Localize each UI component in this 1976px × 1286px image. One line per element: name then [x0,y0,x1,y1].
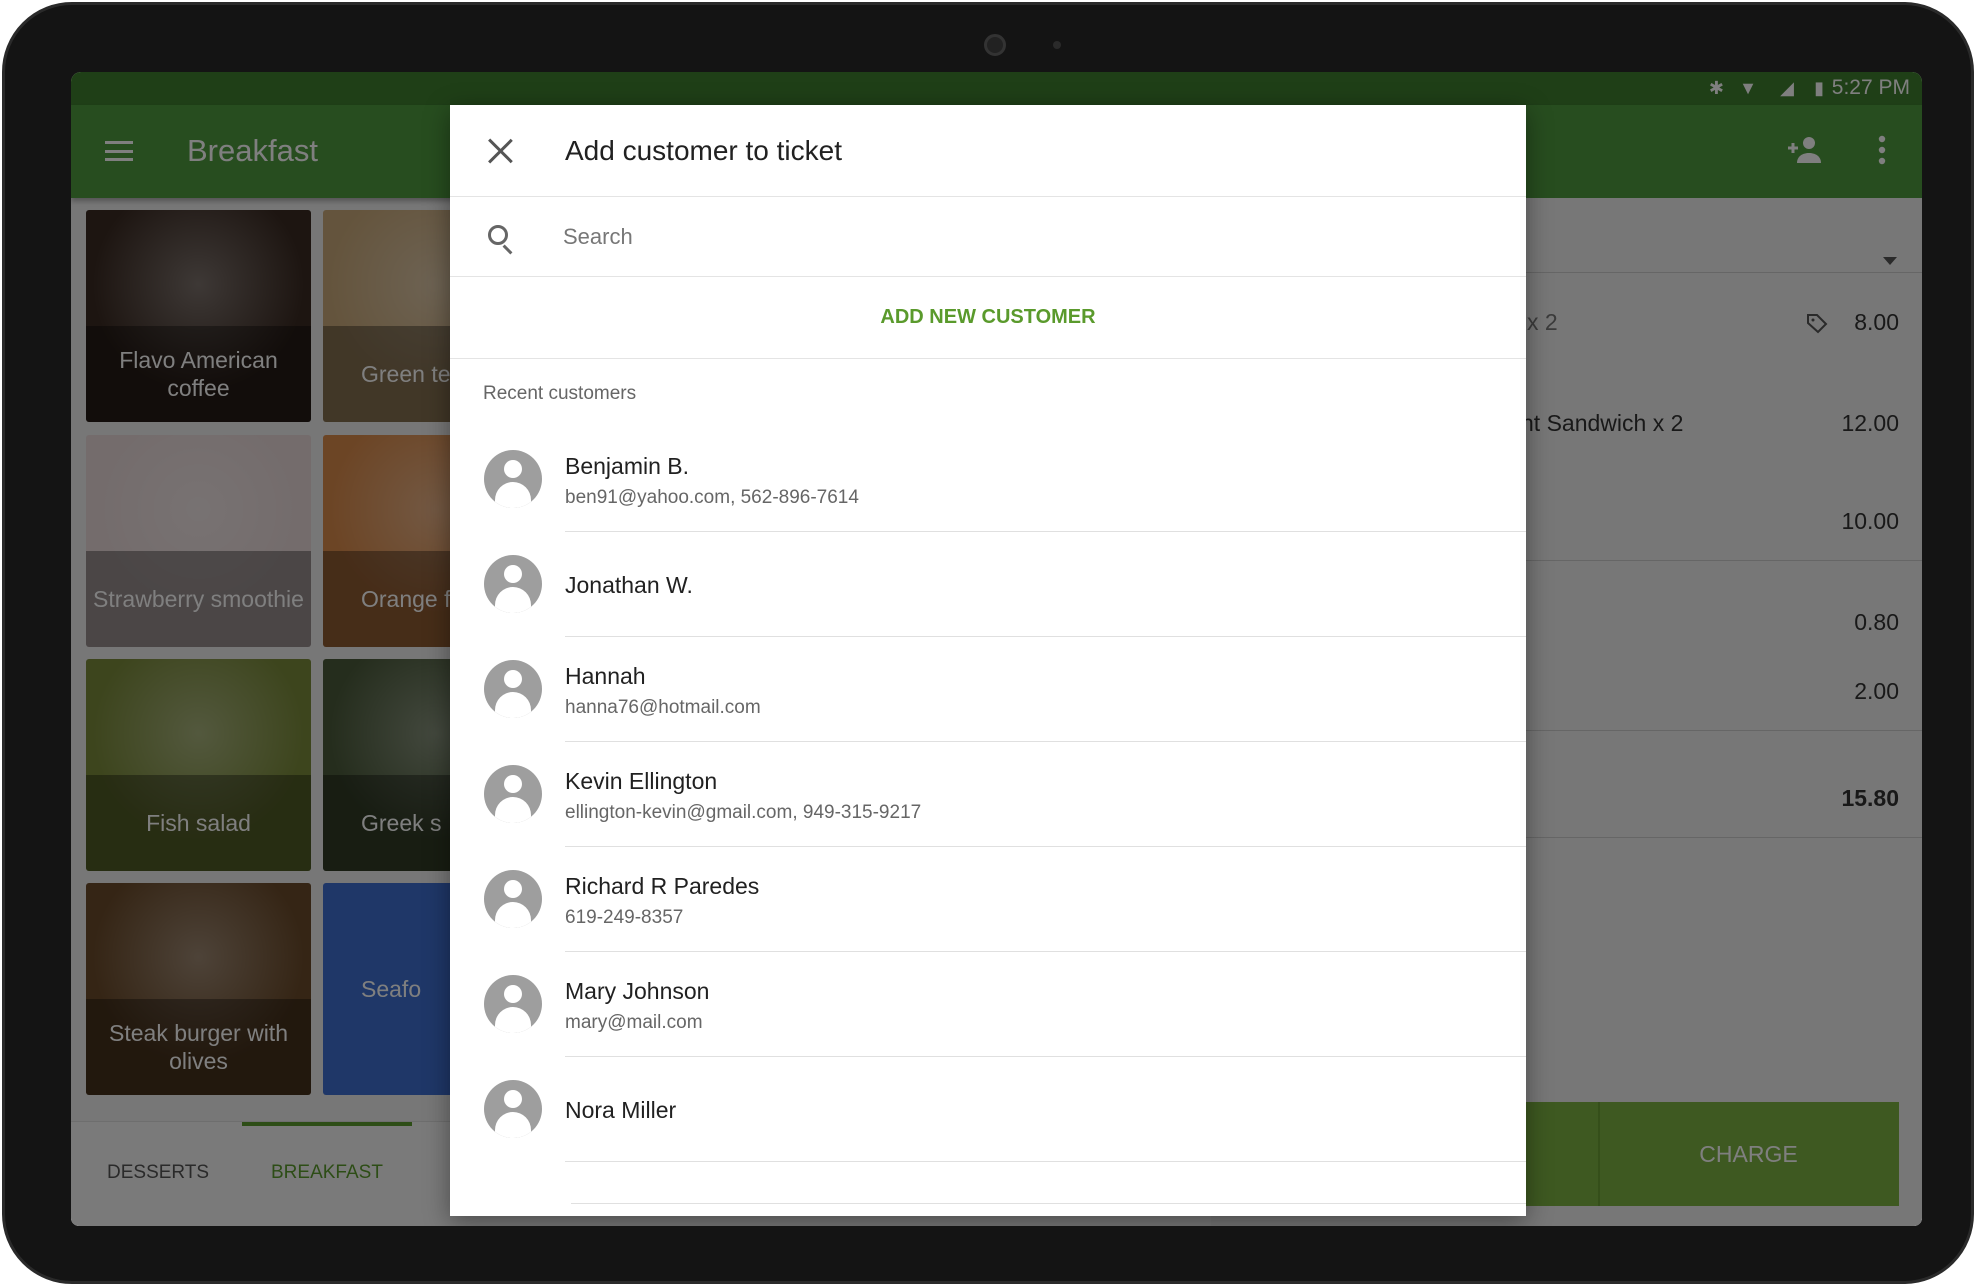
search-input[interactable] [563,219,1463,255]
avatar-icon [484,870,542,928]
customer-list-item[interactable]: Kevin Ellington ellington-kevin@gmail.co… [450,742,1526,847]
customer-list-item[interactable]: Nora Miller [450,1057,1526,1162]
avatar-icon [484,765,542,823]
add-customer-dialog: Add customer to ticket ADD NEW CUSTOMER … [450,105,1526,1216]
customer-list-item[interactable]: Benjamin B. ben91@yahoo.com, 562-896-761… [450,427,1526,532]
customer-name: Mary Johnson [565,978,710,1004]
divider [565,1161,1526,1162]
customer-list-item[interactable]: Mary Johnson mary@mail.com [450,952,1526,1057]
avatar-icon [484,450,542,508]
close-icon[interactable] [487,138,513,164]
customer-name: Nora Miller [565,1097,677,1123]
customer-name: Hannah [565,663,646,689]
screen: ✱ ▼ ◢ ▮ 5:27 PM Breakfast Flavo American… [71,72,1922,1226]
customer-detail: 619-249-8357 [565,907,684,928]
search-icon [488,225,508,245]
customer-name: Jonathan W. [565,572,693,598]
customer-list-item[interactable]: Jonathan W. [450,532,1526,637]
divider [571,1203,1526,1204]
avatar-icon [484,555,542,613]
search-row [450,197,1526,277]
avatar-icon [484,1080,542,1138]
customer-detail: mary@mail.com [565,1012,703,1033]
customer-list-item[interactable]: Richard R Paredes 619-249-8357 [450,847,1526,952]
customer-name: Benjamin B. [565,453,690,479]
sensor [1053,41,1061,49]
customer-detail: hanna76@hotmail.com [565,697,761,718]
customer-name: Richard R Paredes [565,873,760,899]
customer-detail: ellington-kevin@gmail.com, 949-315-9217 [565,802,922,823]
avatar-icon [484,975,542,1033]
add-new-customer-button[interactable]: ADD NEW CUSTOMER [450,277,1526,359]
customer-detail: ben91@yahoo.com, 562-896-7614 [565,487,859,508]
dialog-title: Add customer to ticket [565,135,843,166]
recent-customers-label: Recent customers [483,383,637,404]
customer-name: Kevin Ellington [565,768,718,794]
camera [984,34,1006,56]
dialog-header: Add customer to ticket [450,105,1526,197]
avatar-icon [484,660,542,718]
customer-list-item[interactable]: Hannah hanna76@hotmail.com [450,637,1526,742]
